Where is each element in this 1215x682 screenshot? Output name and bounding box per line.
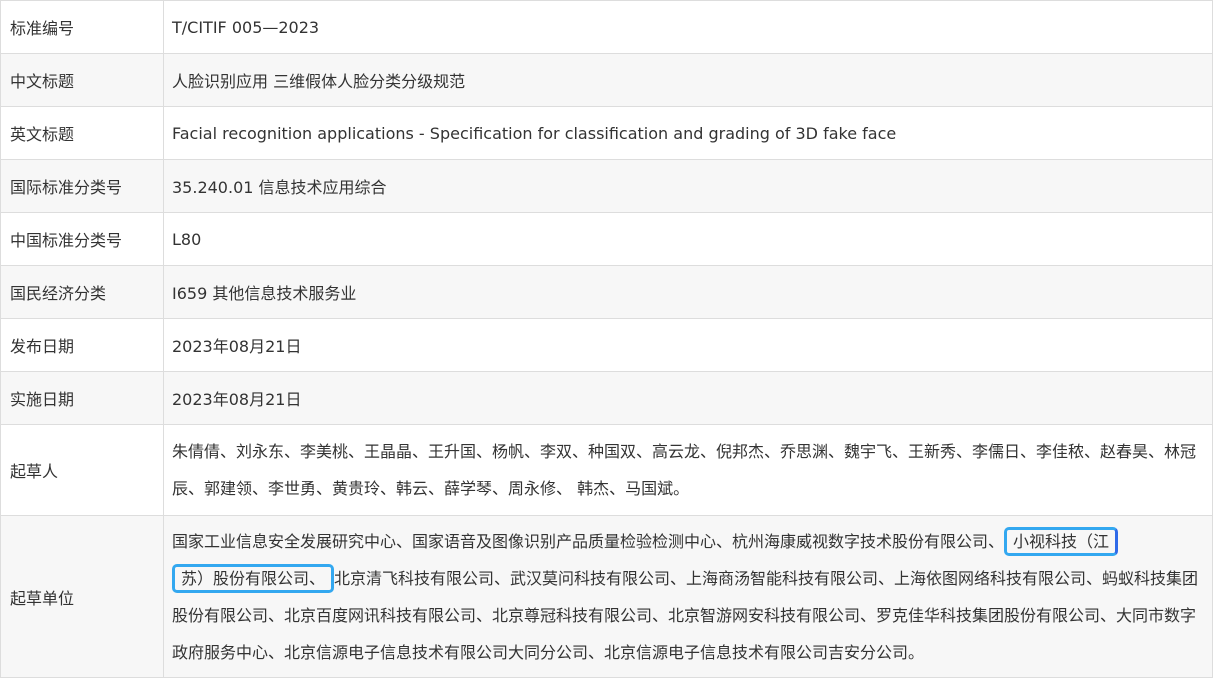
standard-info-table: 标准编号 T/CITIF 005—2023 中文标题 人脸识别应用 三维假体人脸… (0, 0, 1213, 678)
value-ics-number: 35.240.01 信息技术应用综合 (164, 160, 1213, 212)
row-economy-class: 国民经济分类 I659 其他信息技术服务业 (1, 266, 1213, 319)
label-economy-class: 国民经济分类 (1, 266, 164, 318)
highlight-box-first: 小视科技（江 (1004, 527, 1119, 556)
value-english-title: Facial recognition applications - Specif… (164, 107, 1213, 159)
units-text-before: 国家工业信息安全发展研究中心、国家语音及图像识别产品质量检验检测中心、杭州海康威… (172, 532, 1005, 551)
label-drafting-units: 起草单位 (1, 516, 164, 677)
highlight-box-second: 苏）股份有限公司、 (172, 564, 335, 593)
value-drafting-units: 国家工业信息安全发展研究中心、国家语音及图像识别产品质量检验检测中心、杭州海康威… (164, 516, 1213, 677)
row-ics-number: 国际标准分类号 35.240.01 信息技术应用综合 (1, 160, 1213, 213)
value-publish-date: 2023年08月21日 (164, 319, 1213, 371)
label-english-title: 英文标题 (1, 107, 164, 159)
row-english-title: 英文标题 Facial recognition applications - S… (1, 107, 1213, 160)
row-chinese-title: 中文标题 人脸识别应用 三维假体人脸分类分级规范 (1, 54, 1213, 107)
row-effective-date: 实施日期 2023年08月21日 (1, 372, 1213, 425)
value-chinese-title: 人脸识别应用 三维假体人脸分类分级规范 (164, 54, 1213, 106)
row-ccs-number: 中国标准分类号 L80 (1, 213, 1213, 266)
row-drafting-units: 起草单位 国家工业信息安全发展研究中心、国家语音及图像识别产品质量检验检测中心、… (1, 516, 1213, 678)
label-drafters: 起草人 (1, 425, 164, 515)
row-drafters: 起草人 朱倩倩、刘永东、李美桃、王晶晶、王升国、杨帆、李双、种国双、高云龙、倪邦… (1, 425, 1213, 516)
value-drafters: 朱倩倩、刘永东、李美桃、王晶晶、王升国、杨帆、李双、种国双、高云龙、倪邦杰、乔思… (164, 425, 1213, 515)
label-chinese-title: 中文标题 (1, 54, 164, 106)
label-ccs-number: 中国标准分类号 (1, 213, 164, 265)
row-standard-number: 标准编号 T/CITIF 005—2023 (1, 1, 1213, 54)
value-economy-class: I659 其他信息技术服务业 (164, 266, 1213, 318)
value-ccs-number: L80 (164, 213, 1213, 265)
label-standard-number: 标准编号 (1, 1, 164, 53)
label-publish-date: 发布日期 (1, 319, 164, 371)
value-standard-number: T/CITIF 005—2023 (164, 1, 1213, 53)
label-ics-number: 国际标准分类号 (1, 160, 164, 212)
label-effective-date: 实施日期 (1, 372, 164, 424)
value-effective-date: 2023年08月21日 (164, 372, 1213, 424)
row-publish-date: 发布日期 2023年08月21日 (1, 319, 1213, 372)
